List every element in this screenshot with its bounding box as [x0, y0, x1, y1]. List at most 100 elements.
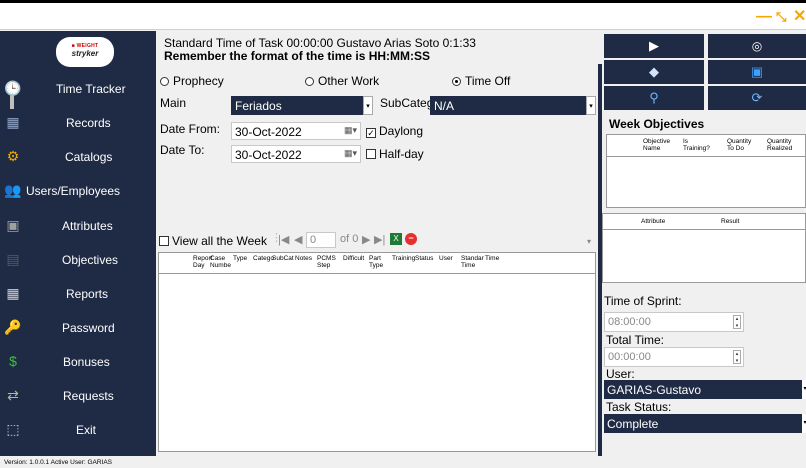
save-button[interactable]: ▣ — [708, 60, 806, 84]
records-table-body[interactable] — [158, 274, 596, 452]
standard-time-text: Standard Time of Task 00:00:00 Gustavo A… — [164, 36, 476, 50]
save-icon: ▣ — [750, 64, 764, 79]
calendar-icon[interactable]: ▦▾ — [344, 148, 357, 159]
sidebar-item-bonuses[interactable]: $ Bonuses — [0, 344, 150, 378]
column-header[interactable]: Notes — [295, 255, 319, 262]
column-header: Result — [721, 218, 740, 225]
date-from-label: Date From: — [160, 122, 221, 136]
minimize-icon[interactable]: — — [756, 9, 772, 25]
task-status-select[interactable]: Complete ▾ — [604, 414, 806, 433]
time-of-sprint-label: Time of Sprint: — [604, 294, 682, 308]
daylong-checkbox[interactable]: ✓ Daylong — [366, 124, 423, 138]
attributes-table[interactable]: Attribute Result — [602, 213, 806, 283]
sidebar-item-password[interactable]: 🔑 Password — [0, 310, 150, 344]
delete-icon[interactable]: − — [405, 233, 417, 245]
total-time-input[interactable]: 00:00:00 ▴ ▾ — [604, 347, 744, 367]
radio-label: Prophecy — [173, 74, 224, 88]
radio-dot[interactable] — [305, 77, 314, 86]
sidebar-item-time-tracker[interactable]: 🕒 Time Tracker — [0, 71, 150, 105]
sidebar-item-users-employees[interactable]: 👥 Users/Employees — [0, 173, 150, 207]
page-number-input[interactable]: 0 — [306, 232, 336, 248]
title-bar: — ⤡ ✕ — [0, 3, 806, 30]
column-header: Objective Name — [643, 138, 671, 152]
restore-icon[interactable]: ⤡ — [776, 9, 786, 25]
chevron-down-icon[interactable]: ▾ — [802, 414, 806, 433]
close-icon[interactable]: ✕ — [793, 9, 806, 25]
sidebar-item-icon: 👥 — [4, 182, 22, 198]
radio-prophecy[interactable]: Prophecy — [160, 74, 224, 88]
user-select[interactable]: GARIAS-Gustavo ▾ — [604, 380, 806, 399]
column-header: Attribute — [641, 218, 666, 225]
sidebar-item-objectives[interactable]: ▤ Objectives — [0, 242, 150, 276]
spinner-icon[interactable]: ▴ ▾ — [733, 350, 741, 364]
chevron-down-icon[interactable]: ▾ — [802, 380, 806, 399]
column-header[interactable]: Case Numbe — [210, 255, 234, 269]
sidebar-item-label: Catalogs — [65, 150, 113, 164]
sidebar-item-attributes[interactable]: ▣ Attributes — [0, 208, 150, 242]
checkbox-checked-icon[interactable]: ✓ — [366, 128, 376, 138]
column-header[interactable]: Time — [485, 255, 509, 262]
next-page-icon[interactable]: ▶ — [362, 233, 370, 246]
daylong-label: Daylong — [379, 124, 424, 138]
first-page-icon[interactable]: |◀ — [278, 233, 289, 246]
radio-time-off[interactable]: Time Off — [452, 74, 510, 88]
play-button[interactable]: ▶ — [604, 34, 704, 58]
timer-button[interactable]: ◎ — [708, 34, 806, 58]
view-all-week-label: View all the Week — [172, 234, 267, 248]
date-to-label: Date To: — [160, 143, 205, 157]
clear-button[interactable]: ◆ — [604, 60, 704, 84]
column-header[interactable]: SubCat — [272, 255, 296, 262]
radio-dot[interactable] — [160, 77, 169, 86]
week-objectives-header: Objective Name Is Training? Quantity To … — [607, 135, 805, 157]
sidebar-item-reports[interactable]: ▦ Reports — [0, 276, 150, 310]
date-to-picker[interactable]: 30-Oct-2022 ▦▾ — [231, 145, 361, 163]
column-header[interactable]: Standar Time — [461, 255, 485, 269]
logo-brand: stryker — [71, 49, 99, 58]
excel-export-icon[interactable]: X — [390, 233, 402, 245]
half-day-checkbox[interactable]: Half-day — [366, 147, 424, 161]
task-status-value: Complete — [607, 417, 659, 431]
radio-dot-selected[interactable] — [452, 77, 461, 86]
sidebar-item-exit[interactable]: ⬚ Exit — [0, 412, 150, 446]
sidebar-item-label: Objectives — [62, 253, 119, 267]
refresh-button[interactable]: ⟳ — [708, 86, 806, 110]
sidebar-item-label: Password — [62, 321, 115, 335]
sidebar-item-label: Requests — [63, 389, 114, 403]
radio-other-work[interactable]: Other Work — [305, 74, 379, 88]
chevron-down-icon[interactable]: ▾ — [586, 96, 596, 115]
eraser-icon: ◆ — [649, 64, 659, 79]
radio-label: Time Off — [465, 74, 511, 88]
subcategory-select[interactable]: N/A ▾ — [430, 96, 596, 115]
sidebar-item-icon: $ — [9, 353, 17, 369]
sidebar-item-label: Time Tracker — [56, 82, 126, 96]
column-header[interactable]: Part Type — [369, 255, 393, 269]
checkbox-unchecked-icon[interactable] — [366, 149, 376, 159]
time-of-sprint-input[interactable]: 08:00:00 ▴ ▾ — [604, 312, 744, 332]
sidebar-item-catalogs[interactable]: ⚙ Catalogs — [0, 139, 150, 173]
sidebar: ■ WEIGHT stryker 🕒 Time Tracker ▦ Records ⚙ C… — [0, 31, 150, 456]
sidebar-item-label: Bonuses — [63, 355, 110, 369]
column-header[interactable]: PCMS Step — [317, 255, 341, 269]
column-header: Quantity To Do — [727, 138, 752, 152]
previous-page-icon[interactable]: ◀ — [294, 233, 302, 246]
column-header[interactable]: Training — [392, 255, 416, 262]
column-header[interactable]: User — [439, 255, 463, 262]
column-header[interactable]: Difficult — [343, 255, 367, 262]
week-objectives-table[interactable]: Objective Name Is Training? Quantity To … — [606, 134, 806, 208]
chevron-down-icon[interactable]: ▾ — [363, 96, 373, 115]
last-page-icon[interactable]: ▶| — [374, 233, 385, 246]
sidebar-item-records[interactable]: ▦ Records — [0, 105, 150, 139]
checkbox-unchecked-icon[interactable] — [159, 236, 169, 246]
date-to-value: 30-Oct-2022 — [235, 148, 302, 162]
view-all-week-checkbox[interactable]: View all the Week — [159, 234, 267, 248]
calendar-icon[interactable]: ▦▾ — [344, 125, 357, 136]
column-header[interactable]: Status — [415, 255, 439, 262]
search-button[interactable]: ⚲ — [604, 86, 704, 110]
sidebar-item-label: Records — [66, 116, 111, 130]
spinner-icon[interactable]: ▴ ▾ — [733, 315, 741, 329]
sidebar-item-requests[interactable]: ⇄ Requests — [0, 378, 150, 412]
main-category-select[interactable]: Feriados ▾ — [231, 96, 373, 115]
toolbar-overflow-icon[interactable]: ▾ — [587, 237, 591, 246]
date-from-picker[interactable]: 30-Oct-2022 ▦▾ — [231, 122, 361, 140]
user-value: GARIAS-Gustavo — [607, 383, 702, 397]
